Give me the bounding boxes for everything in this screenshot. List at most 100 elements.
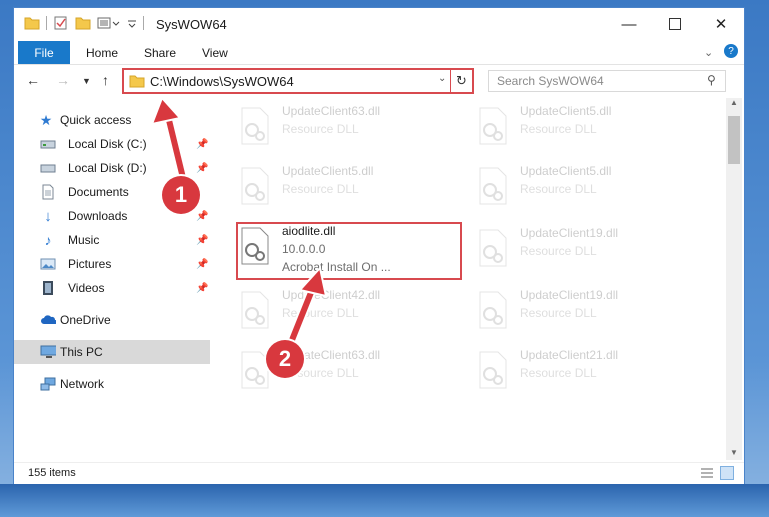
recent-locations-icon[interactable]: ▼	[82, 76, 91, 86]
forward-icon[interactable]: →	[56, 72, 70, 88]
file-item[interactable]: UpdateClient21.dll Resource DLL	[472, 344, 697, 400]
vertical-scrollbar[interactable]: ▲ ▼	[726, 98, 742, 460]
callout-badge-1: 1	[162, 176, 200, 214]
sidebar-item-label: Music	[68, 233, 100, 247]
pin-icon[interactable]: 📌	[196, 235, 208, 246]
quick-access-toolbar	[24, 16, 150, 30]
sidebar-item-pictures[interactable]: Pictures 📌	[14, 252, 210, 276]
file-type: Resource DLL	[520, 306, 597, 320]
sidebar-item-network[interactable]: Network	[14, 372, 210, 396]
dll-file-icon	[479, 351, 507, 389]
pin-icon[interactable]: 📌	[196, 211, 208, 222]
dll-file-icon	[241, 107, 269, 145]
dropdown-arrow-icon[interactable]	[127, 16, 137, 30]
pin-icon[interactable]: 📌	[196, 283, 208, 294]
file-item[interactable]: UpdateClient19.dll Resource DLL	[472, 222, 697, 278]
tiles-view-icon[interactable]	[720, 466, 734, 480]
callout-badge-2: 2	[266, 340, 304, 378]
explorer-window: SysWOW64 — ✕ File Home Share View ⌄ ? ← …	[14, 8, 744, 484]
sidebar-item-videos[interactable]: Videos 📌	[14, 276, 210, 300]
file-item[interactable]: UpdateClient42.dll Resource DLL	[234, 284, 459, 340]
details-view-icon[interactable]	[700, 467, 714, 479]
search-box[interactable]: Search SysWOW64 ⚲	[488, 70, 726, 92]
expand-ribbon-icon[interactable]: ⌄	[704, 46, 713, 59]
star-icon: ★	[39, 111, 53, 128]
download-icon: ↓	[44, 207, 52, 225]
tab-view[interactable]: View	[202, 46, 228, 60]
sidebar-item-onedrive[interactable]: OneDrive	[14, 308, 210, 332]
file-name: UpdateClient19.dll	[520, 288, 619, 302]
scrollbar-thumb[interactable]	[728, 116, 740, 164]
close-button[interactable]: ✕	[698, 8, 744, 40]
file-list: UpdateClient63.dll Resource DLL UpdateCl…	[234, 100, 728, 458]
pin-icon[interactable]: 📌	[196, 163, 208, 174]
sidebar-item-label: Quick access	[60, 113, 132, 127]
search-icon[interactable]: ⚲	[707, 73, 716, 87]
status-bar: 155 items	[14, 462, 744, 485]
tab-home[interactable]: Home	[86, 46, 118, 60]
help-icon[interactable]: ?	[724, 44, 738, 58]
dll-file-icon	[479, 229, 507, 267]
sidebar-item-this-pc[interactable]: This PC	[14, 340, 210, 364]
file-item[interactable]: UpdateClient5.dll Resource DLL	[234, 160, 459, 216]
sidebar-item-label: Network	[60, 377, 105, 391]
customize-toolbar-icon[interactable]	[97, 16, 123, 30]
tab-file[interactable]: File	[18, 41, 70, 64]
refresh-icon[interactable]: ↻	[456, 73, 467, 89]
file-name: UpdateClient19.dll	[520, 226, 619, 240]
address-dropdown-icon[interactable]: ⌄	[438, 73, 446, 84]
properties-icon[interactable]	[53, 16, 69, 30]
search-placeholder[interactable]: Search SysWOW64	[497, 74, 604, 88]
file-item[interactable]: UpdateClient5.dll Resource DLL	[472, 100, 697, 156]
dll-file-icon	[479, 107, 507, 145]
drive-icon	[40, 136, 56, 152]
sidebar-item-label: Downloads	[68, 209, 128, 223]
file-name: UpdateClient42.dll	[282, 288, 381, 302]
sidebar-item-label: Documents	[68, 185, 129, 199]
desktop-background	[0, 484, 769, 517]
item-count: 155 items	[28, 467, 76, 479]
file-type: Resource DLL	[282, 306, 359, 320]
sidebar-item-label: Videos	[68, 281, 105, 295]
tab-share[interactable]: Share	[144, 46, 176, 60]
scroll-up-icon[interactable]: ▲	[730, 98, 738, 107]
file-type: Resource DLL	[282, 122, 359, 136]
divider	[46, 16, 47, 30]
file-type: Resource DLL	[520, 122, 597, 136]
sidebar-item-label: Local Disk (D:)	[68, 161, 147, 175]
computer-icon	[40, 344, 56, 360]
up-icon[interactable]: ↑	[102, 72, 109, 88]
sidebar-item-label: Local Disk (C:)	[68, 137, 147, 151]
network-icon	[40, 376, 56, 392]
file-name: UpdateClient5.dll	[520, 104, 612, 118]
dll-file-icon	[479, 291, 507, 329]
drive-icon	[40, 160, 56, 176]
minimize-button[interactable]: —	[606, 8, 652, 40]
file-type: Resource DLL	[520, 182, 597, 196]
window-title: SysWOW64	[156, 17, 227, 32]
divider	[143, 16, 144, 30]
sidebar-item-label: This PC	[60, 345, 103, 359]
pin-icon[interactable]: 📌	[196, 139, 208, 150]
documents-icon	[40, 184, 56, 200]
sidebar-item-local-disk-c[interactable]: Local Disk (C:) 📌	[14, 132, 210, 156]
file-item[interactable]: UpdateClient19.dll Resource DLL	[472, 284, 697, 340]
sidebar-item-music[interactable]: ♪ Music 📌	[14, 228, 210, 252]
dll-file-icon	[241, 291, 269, 329]
maximize-icon	[669, 18, 681, 30]
file-type: Resource DLL	[520, 244, 597, 258]
maximize-button[interactable]	[652, 8, 698, 40]
close-icon: ✕	[714, 16, 728, 33]
scroll-down-icon[interactable]: ▼	[730, 448, 738, 457]
file-item[interactable]: UpdateClient63.dll Resource DLL	[234, 100, 459, 156]
file-item[interactable]: UpdateClient5.dll Resource DLL	[472, 160, 697, 216]
title-bar: SysWOW64 — ✕	[14, 8, 744, 40]
address-bar[interactable]: C:\Windows\SysWOW64 ⌄ ↻	[122, 68, 474, 94]
back-icon[interactable]: ←	[26, 72, 40, 88]
sidebar-item-quick-access[interactable]: ★ Quick access	[14, 108, 210, 132]
address-path[interactable]: C:\Windows\SysWOW64	[150, 74, 294, 89]
new-folder-icon[interactable]	[75, 16, 91, 30]
pin-icon[interactable]: 📌	[196, 259, 208, 270]
folder-icon	[129, 75, 145, 88]
pictures-icon	[40, 256, 56, 272]
